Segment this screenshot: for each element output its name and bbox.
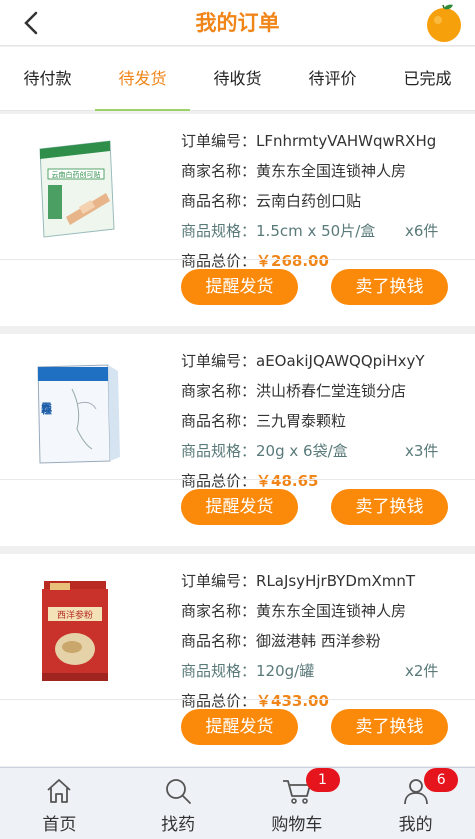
- product-spec: 1.5cm x 50片/盒: [256, 222, 376, 240]
- spec-row: 商品规格：20g x 6袋/盒 x3件: [181, 436, 466, 466]
- divider: [0, 259, 475, 260]
- nav-find-medicine-label: 找药: [161, 815, 196, 835]
- product-row: 商品名称：云南白药创口贴: [181, 192, 362, 210]
- orange-fruit-icon[interactable]: [423, 2, 465, 44]
- bottom-navigation: 首页 找药 1 购物车 6 我的: [0, 767, 475, 839]
- divider: [0, 479, 475, 480]
- quantity: x2件: [405, 662, 439, 680]
- nav-find-medicine[interactable]: 找药: [119, 768, 238, 839]
- merchant-row: 商家名称：洪山桥春仁堂连锁分店: [181, 382, 407, 400]
- product-name: 三九胃泰颗粒: [256, 412, 347, 430]
- product-row: 商品名称：三九胃泰颗粒: [181, 412, 347, 430]
- quantity: x6件: [405, 222, 439, 240]
- order-card[interactable]: 云南白药创可贴 订单编号：LFnhrmtyVAHWqwRXHg 商家名称：黄东东…: [0, 114, 475, 326]
- header: 我的订单: [0, 0, 475, 46]
- box-label-text: 云南白药创可贴: [52, 170, 101, 179]
- nav-mine-label: 我的: [398, 815, 433, 835]
- box-label-text: 西洋参粉: [57, 609, 93, 621]
- medicine-granule-box-image: 三九胃泰颗粒: [37, 364, 120, 464]
- quantity: x3件: [405, 442, 439, 460]
- messages-badge: 6: [424, 768, 459, 792]
- nav-mine[interactable]: 6 我的: [356, 768, 475, 839]
- cart-badge: 1: [305, 768, 340, 792]
- remind-shipment-button[interactable]: 提醒发货: [181, 269, 298, 305]
- sell-for-cash-button[interactable]: 卖了换钱: [331, 709, 448, 745]
- merchant-name: 洪山桥春仁堂连锁分店: [256, 382, 407, 400]
- remind-shipment-button[interactable]: 提醒发货: [181, 489, 298, 525]
- nav-cart[interactable]: 1 购物车: [238, 768, 357, 839]
- order-info: 订单编号：RLaJsyHjrBYDmXmnT 商家名称：黄东东全国连锁神人房 商…: [181, 566, 466, 716]
- order-card[interactable]: 三九胃泰颗粒 订单编号：aEOakiJQAWQQpiHxyY 商家名称：洪山桥春…: [0, 334, 475, 546]
- total-price: ￥433.00: [256, 692, 329, 710]
- order-number-row: 订单编号：LFnhrmtyVAHWqwRXHg: [181, 132, 437, 150]
- total-price: ￥48.65: [256, 472, 319, 490]
- merchant-row: 商家名称：黄东东全国连锁神人房: [181, 162, 407, 180]
- order-number-row: 订单编号：RLaJsyHjrBYDmXmnT: [181, 572, 416, 590]
- tab-completed[interactable]: 已完成: [380, 47, 475, 110]
- order-number: RLaJsyHjrBYDmXmnT: [256, 572, 416, 590]
- order-card[interactable]: 西洋参粉 订单编号：RLaJsyHjrBYDmXmnT 商家名称：黄东东全国连锁…: [0, 554, 475, 766]
- ginseng-powder-can-image: 西洋参粉: [42, 581, 108, 681]
- spec-row: 商品规格：1.5cm x 50片/盒 x6件: [181, 216, 466, 246]
- sell-for-cash-button[interactable]: 卖了换钱: [331, 269, 448, 305]
- band-aid-box-image: 云南白药创可贴: [39, 140, 115, 238]
- divider: [0, 699, 475, 700]
- product-row: 商品名称：御滋港韩 西洋参粉: [181, 632, 381, 650]
- order-number: aEOakiJQAWQQpiHxyY: [256, 352, 425, 370]
- tab-pending-review[interactable]: 待评价: [285, 47, 380, 110]
- box-label-text: 三九胃泰颗粒: [40, 401, 53, 416]
- remind-shipment-button[interactable]: 提醒发货: [181, 709, 298, 745]
- order-info: 订单编号：LFnhrmtyVAHWqwRXHg 商家名称：黄东东全国连锁神人房 …: [181, 126, 466, 276]
- tab-pending-payment[interactable]: 待付款: [0, 47, 95, 110]
- merchant-name: 黄东东全国连锁神人房: [256, 602, 407, 620]
- sell-for-cash-button[interactable]: 卖了换钱: [331, 489, 448, 525]
- product-spec: 120g/罐: [256, 662, 315, 680]
- merchant-name: 黄东东全国连锁神人房: [256, 162, 407, 180]
- order-number-row: 订单编号：aEOakiJQAWQQpiHxyY: [181, 352, 425, 370]
- product-name: 御滋港韩 西洋参粉: [256, 632, 381, 650]
- search-icon: [166, 779, 192, 804]
- spec-row: 商品规格：120g/罐 x2件: [181, 656, 466, 686]
- tab-pending-receipt[interactable]: 待收货: [190, 47, 285, 110]
- tab-pending-shipment[interactable]: 待发货: [95, 47, 190, 111]
- total-price: ￥268.00: [256, 252, 329, 270]
- product-name: 云南白药创口贴: [256, 192, 362, 210]
- order-info: 订单编号：aEOakiJQAWQQpiHxyY 商家名称：洪山桥春仁堂连锁分店 …: [181, 346, 466, 496]
- home-icon: [47, 779, 71, 803]
- order-status-tabs: 待付款 待发货 待收货 待评价 已完成: [0, 47, 475, 111]
- product-spec: 20g x 6袋/盒: [256, 442, 348, 460]
- nav-cart-label: 购物车: [271, 815, 323, 835]
- merchant-row: 商家名称：黄东东全国连锁神人房: [181, 602, 407, 620]
- order-number: LFnhrmtyVAHWqwRXHg: [256, 132, 437, 150]
- nav-home[interactable]: 首页: [0, 768, 119, 839]
- nav-home-label: 首页: [42, 815, 77, 835]
- page-title: 我的订单: [195, 11, 280, 35]
